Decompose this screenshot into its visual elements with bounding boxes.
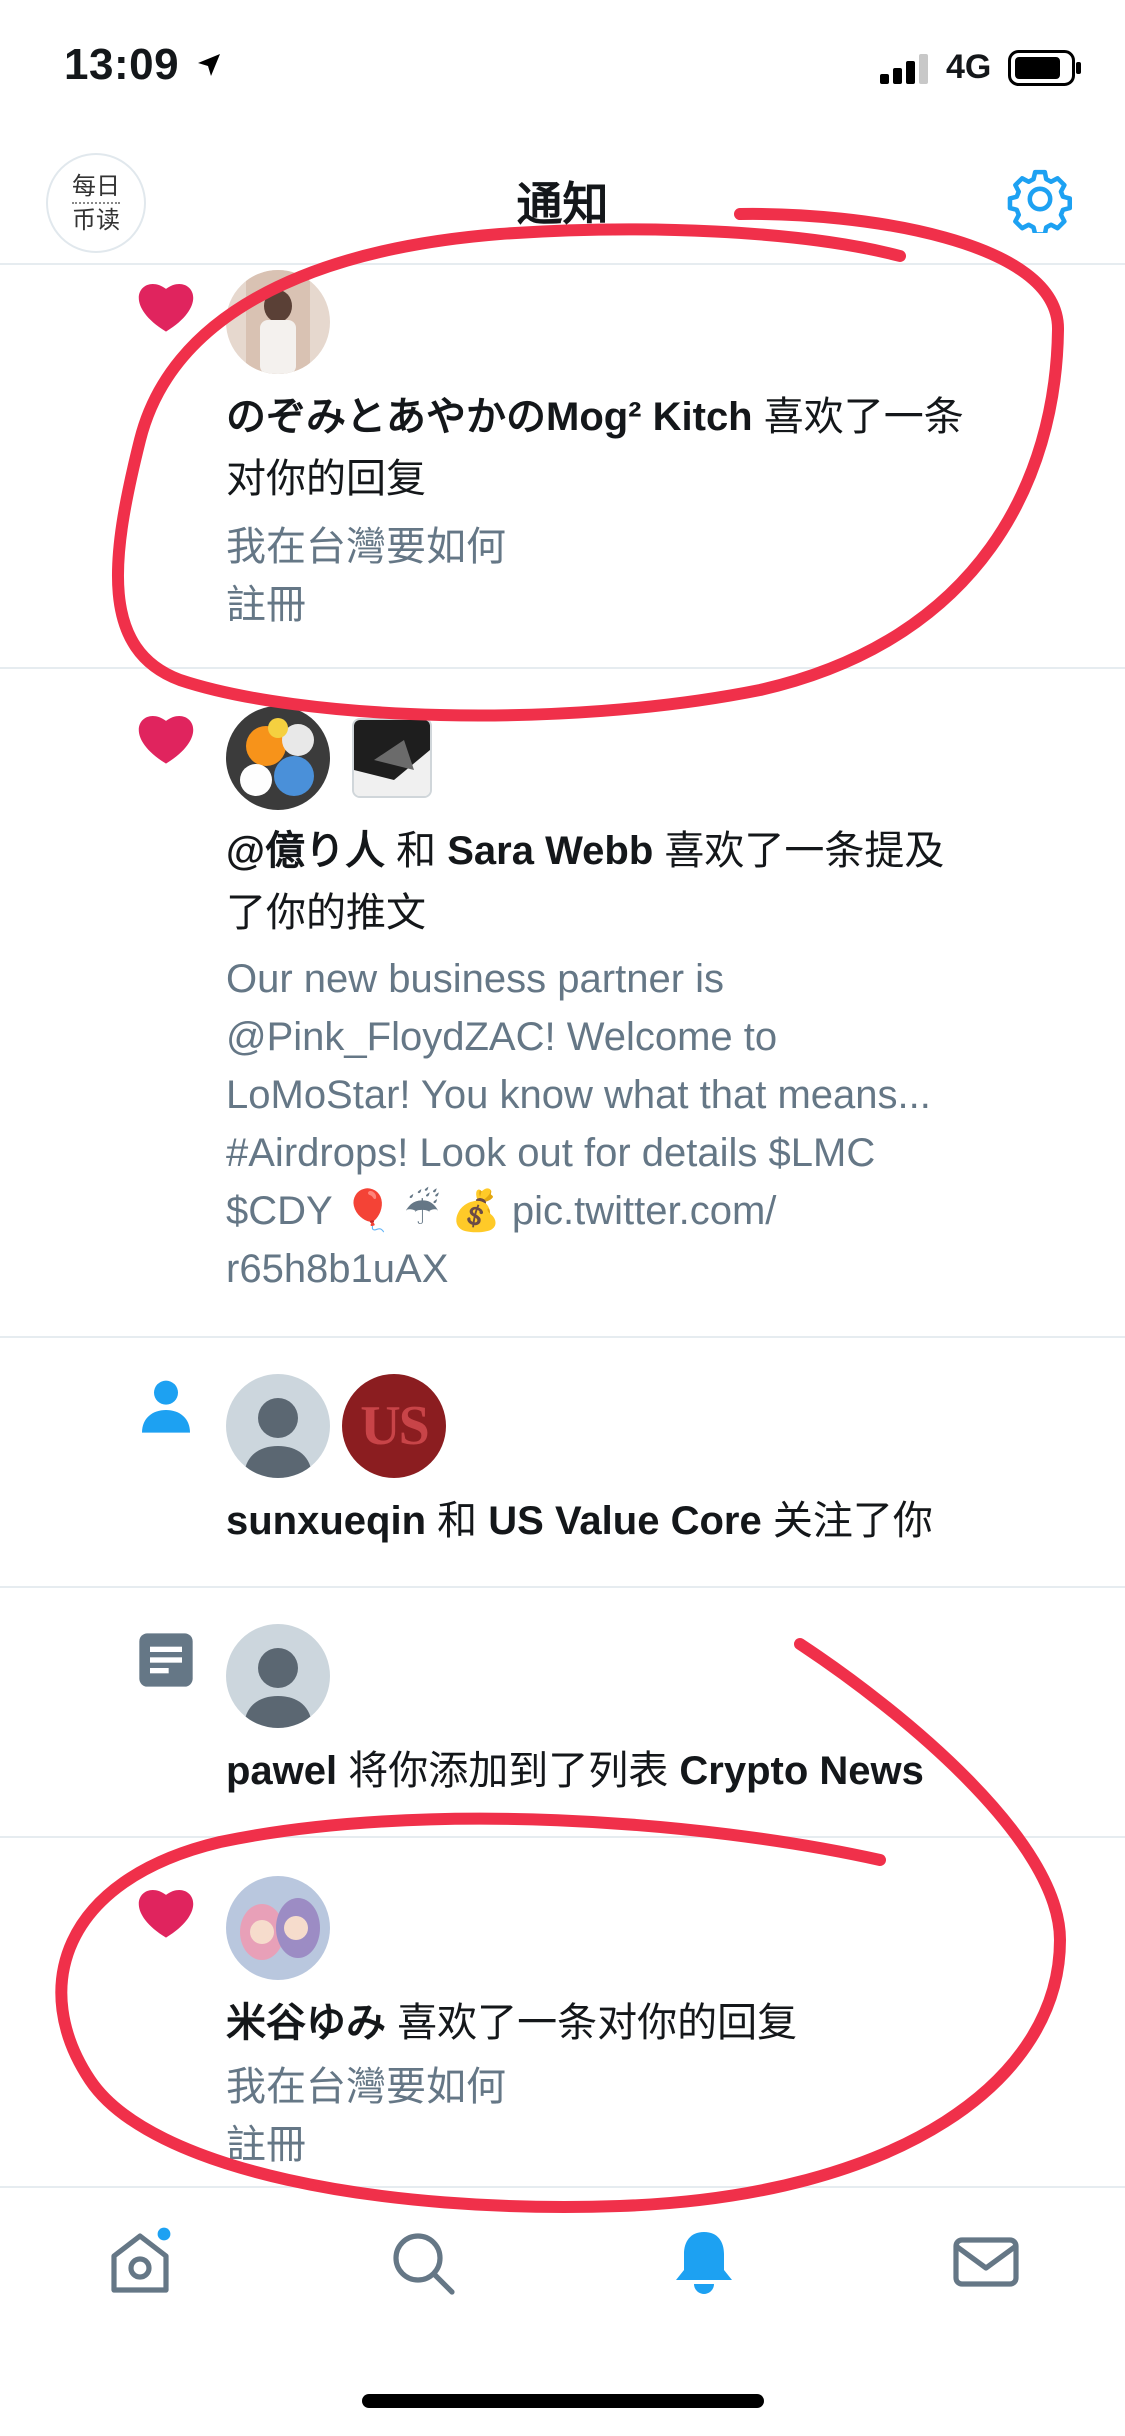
- actor-name[interactable]: のぞみとあやかのMog² Kitch: [226, 395, 753, 439]
- search-icon[interactable]: [386, 2226, 458, 2298]
- tweet-line: LoMoStar! You know what that means...: [226, 1073, 931, 1117]
- row-divider: [0, 1836, 1125, 1838]
- location-arrow-icon: [198, 54, 220, 76]
- home-indicator[interactable]: [362, 2394, 764, 2408]
- list-icon: [139, 1633, 193, 1687]
- user-avatar-default[interactable]: [226, 1624, 330, 1728]
- action-text: 喜欢了一条: [752, 395, 964, 439]
- tweet-line: r65h8b1uAX: [226, 1247, 449, 1291]
- action-text: 喜欢了一条提及: [653, 829, 945, 873]
- actor-name[interactable]: US Value Core: [488, 1499, 761, 1543]
- signal-strength-icon: [880, 54, 928, 84]
- action-text-cont: 了你的推文: [226, 891, 426, 935]
- user-avatar[interactable]: [226, 706, 330, 810]
- actor-name[interactable]: @億り人: [226, 829, 385, 873]
- actor-name[interactable]: pawel: [226, 1749, 337, 1793]
- settings-gear-icon[interactable]: [1006, 165, 1074, 233]
- user-avatar-small[interactable]: [352, 718, 432, 798]
- conjunction: 和: [385, 829, 448, 873]
- action-text: 关注了你: [761, 1499, 933, 1543]
- heart-icon: [138, 716, 194, 764]
- header-divider: [0, 263, 1125, 265]
- page-title: 通知: [516, 178, 609, 230]
- row-divider: [0, 667, 1125, 669]
- action-text-cont: 对你的回复: [226, 457, 426, 501]
- actor-name[interactable]: Sara Webb: [447, 829, 653, 873]
- status-time: 13:09: [64, 40, 180, 89]
- list-name[interactable]: Crypto News: [679, 1749, 924, 1793]
- actor-name[interactable]: sunxueqin: [226, 1499, 426, 1543]
- avatar-logo-text: US: [360, 1395, 430, 1457]
- heart-icon: [138, 284, 194, 332]
- row-divider: [0, 1336, 1125, 1338]
- tweet-line: #Airdrops! Look out for details $LMC: [226, 1131, 876, 1175]
- conjunction: 和: [426, 1499, 489, 1543]
- tweet-preview: Our new business partner is @Pink_FloydZ…: [226, 950, 1116, 1298]
- row-divider: [0, 1586, 1125, 1588]
- user-avatar[interactable]: US: [342, 1374, 446, 1478]
- battery-icon: [1008, 50, 1081, 86]
- heart-icon: [138, 1890, 194, 1938]
- user-avatar[interactable]: [226, 270, 330, 374]
- tweet-preview: 我在台灣要如何: [226, 525, 506, 569]
- tweet-preview-cont: 註冊: [226, 2123, 306, 2167]
- user-avatar[interactable]: [226, 1876, 330, 1980]
- notifications-bell-icon[interactable]: [668, 2226, 740, 2298]
- user-avatar-default[interactable]: [226, 1374, 330, 1478]
- home-icon[interactable]: [104, 2226, 176, 2298]
- person-follow-icon: [142, 1380, 190, 1433]
- tweet-line: Our new business partner is: [226, 957, 725, 1001]
- tweet-preview: 我在台灣要如何: [226, 2065, 506, 2109]
- action-text: 将你添加到了列表: [337, 1749, 680, 1793]
- network-type: 4G: [946, 48, 992, 86]
- actor-name[interactable]: 米谷ゆみ: [226, 2001, 386, 2045]
- action-text: 喜欢了一条对你的回复: [386, 2001, 798, 2045]
- messages-mail-icon[interactable]: [950, 2226, 1022, 2298]
- tweet-line: @Pink_FloydZAC! Welcome to: [226, 1015, 778, 1059]
- tweet-preview-cont: 註冊: [226, 583, 306, 627]
- tweet-line: $CDY 🎈 ☔ 💰 pic.twitter.com/: [226, 1189, 777, 1233]
- tab-bar-divider: [0, 2186, 1125, 2188]
